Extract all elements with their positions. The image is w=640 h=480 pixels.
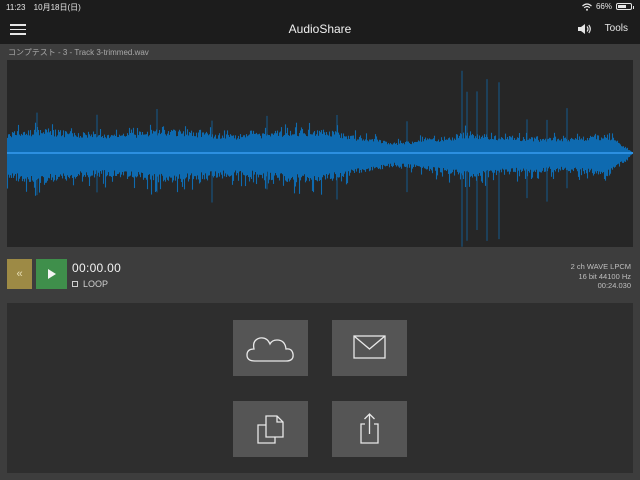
- file-info: 2 ch WAVE LPCM 16 bit 44100 Hz 00:24.030: [571, 262, 631, 291]
- email-button[interactable]: [332, 320, 407, 376]
- file-format: 2 ch WAVE LPCM: [570, 262, 631, 271]
- app-title: AudioShare: [288, 22, 352, 36]
- status-bar: 11:23 10月18日(日) 66%: [0, 0, 640, 14]
- envelope-icon: [353, 335, 386, 359]
- battery-fill: [618, 5, 626, 8]
- wifi-icon: [582, 2, 592, 11]
- waveform-view[interactable]: [7, 60, 633, 247]
- file-name: コンプテスト - 3 - Track 3-trimmed.wav: [8, 48, 149, 57]
- copy-button[interactable]: [233, 401, 308, 457]
- play-button[interactable]: [36, 259, 67, 289]
- playback-time: 00:00.00: [72, 261, 122, 275]
- play-icon: [48, 269, 56, 279]
- share-button[interactable]: [332, 401, 407, 457]
- battery-percent: 66%: [595, 2, 612, 11]
- file-bitrate: 16 bit 44100 Hz: [578, 271, 631, 281]
- rewind-button[interactable]: «: [7, 259, 32, 289]
- share-panel: [7, 303, 633, 473]
- loop-toggle[interactable]: LOOP: [72, 279, 108, 289]
- tools-button[interactable]: Tools: [605, 23, 628, 34]
- cloud-icon: [246, 337, 294, 362]
- status-right: 66%: [582, 2, 634, 11]
- status-time: 11:23: [6, 3, 26, 12]
- battery-icon: [616, 3, 634, 10]
- status-date: 10月18日(日): [33, 3, 81, 12]
- cloud-upload-button[interactable]: [233, 320, 308, 376]
- loop-checkbox[interactable]: [72, 281, 78, 287]
- waveform-graphic: [7, 70, 633, 247]
- nav-bar: AudioShare Tools: [0, 14, 640, 44]
- share-icon: [360, 413, 379, 444]
- loop-label: LOOP: [83, 279, 109, 289]
- file-duration: 00:24.030: [597, 281, 631, 290]
- status-left: 11:23 10月18日(日): [6, 2, 87, 13]
- speaker-icon[interactable]: [578, 23, 592, 35]
- copy-icon: [257, 415, 284, 444]
